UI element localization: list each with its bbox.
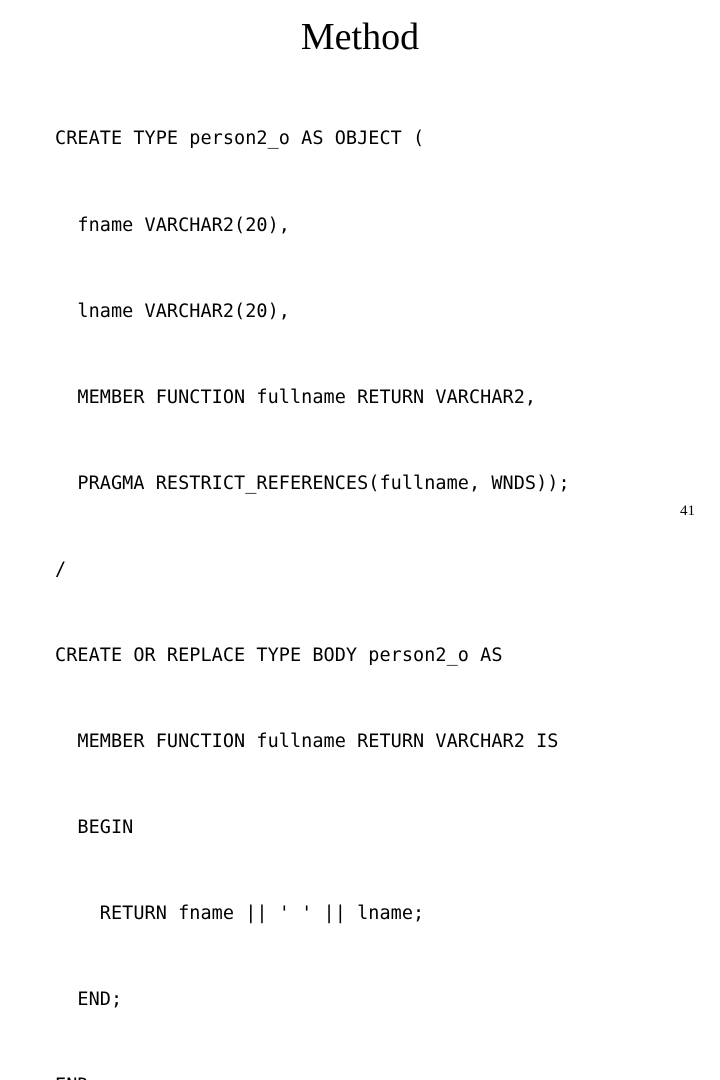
page-title: Method [300,16,420,58]
code-line: CREATE TYPE person2_o AS OBJECT ( [55,128,425,150]
code-line: CREATE OR REPLACE TYPE BODY person2_o AS [55,644,503,666]
code-line: MEMBER FUNCTION fullname RETURN VARCHAR2… [55,386,537,408]
code-line: fname VARCHAR2(20), [55,214,290,236]
code-line: / [55,558,67,580]
page-number: 41 [680,503,695,519]
code-block: CREATE TYPE person2_o AS OBJECT ( fname … [55,68,695,1080]
slide-canvas: Method CREATE TYPE person2_o AS OBJECT (… [0,0,720,1080]
code-line: lname VARCHAR2(20), [55,300,290,322]
code-line: END; [55,1072,695,1080]
code-line: PRAGMA RESTRICT_REFERENCES(fullname, WND… [55,472,570,494]
code-line: BEGIN [55,817,134,839]
code-line: END; [55,989,123,1011]
code-line: RETURN fname || ' ' || lname; [55,903,425,925]
code-line: MEMBER FUNCTION fullname RETURN VARCHAR2… [55,731,559,753]
